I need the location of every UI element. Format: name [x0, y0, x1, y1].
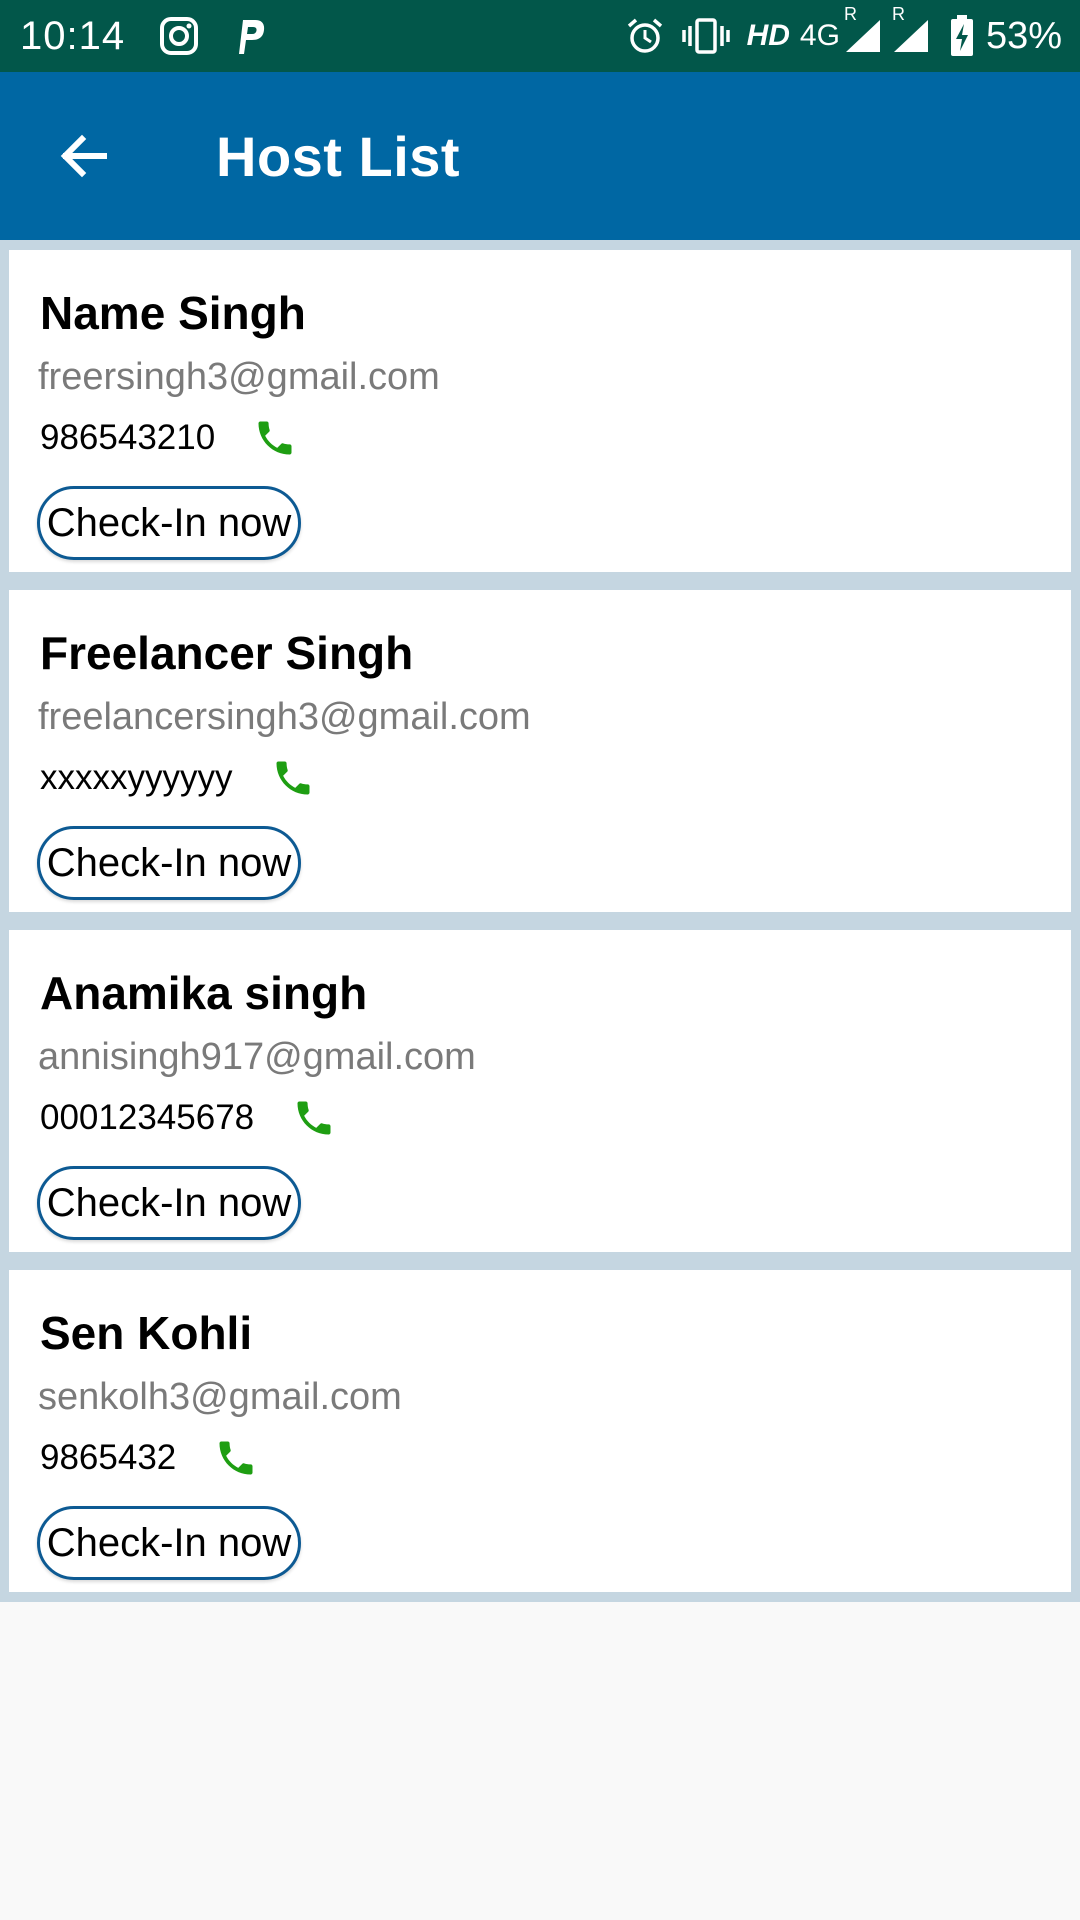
phone-icon[interactable]: [271, 756, 315, 800]
arrow-back-icon: [56, 128, 112, 184]
host-name: Name Singh: [40, 287, 306, 339]
phone-icon[interactable]: [214, 1436, 258, 1480]
check-in-button[interactable]: Check-In now: [37, 1506, 301, 1580]
host-phone: xxxxxyyyyyy: [40, 758, 233, 797]
host-phone: 00012345678: [40, 1098, 255, 1137]
host-card: Sen Kohli senkolh3@gmail.com 9865432 Che…: [9, 1270, 1071, 1592]
check-in-button[interactable]: Check-In now: [37, 826, 301, 900]
host-phone: 9865432: [40, 1438, 177, 1477]
host-phone-row: 986543210: [40, 416, 297, 460]
host-card: Name Singh freersingh3@gmail.com 9865432…: [9, 250, 1071, 572]
host-name: Freelancer Singh: [40, 627, 414, 679]
host-email: freelancersingh3@gmail.com: [38, 696, 531, 738]
host-list: Name Singh freersingh3@gmail.com 9865432…: [0, 240, 1080, 1602]
status-right: HD 4G R R 53%: [609, 4, 1062, 58]
alarm-icon: [625, 16, 665, 56]
host-phone-row: 00012345678: [40, 1096, 336, 1140]
status-time: 10:14: [20, 13, 126, 58]
page-title: Host List: [216, 124, 461, 188]
host-phone: 986543210: [40, 418, 216, 457]
battery-charging-icon: [950, 15, 974, 57]
host-name: Anamika singh: [40, 967, 368, 1019]
phone-icon[interactable]: [292, 1096, 336, 1140]
vibrate-icon: [681, 16, 731, 56]
host-email: annisingh917@gmail.com: [38, 1036, 476, 1078]
network-hd-label: HD: [746, 19, 790, 52]
paytm-icon: [233, 16, 267, 56]
status-left: 10:14: [20, 14, 267, 59]
host-email: freersingh3@gmail.com: [38, 356, 440, 398]
signal-icon: R: [844, 4, 882, 54]
roaming-indicator: R: [891, 4, 905, 24]
roaming-indicator: R: [843, 4, 857, 24]
host-name: Sen Kohli: [40, 1307, 253, 1359]
back-button[interactable]: [42, 114, 126, 198]
host-email: senkolh3@gmail.com: [38, 1376, 402, 1418]
phone-icon[interactable]: [253, 416, 297, 460]
check-in-button[interactable]: Check-In now: [37, 1166, 301, 1240]
host-card: Freelancer Singh freelancersingh3@gmail.…: [9, 590, 1071, 912]
app-bar: Host List: [0, 72, 1080, 240]
host-phone-row: 9865432: [40, 1436, 258, 1480]
signal-icon: R: [892, 4, 930, 54]
network-type-label: 4G: [799, 19, 840, 52]
status-bar: 10:14 HD 4G R R 53%: [0, 0, 1080, 72]
check-in-button[interactable]: Check-In now: [37, 486, 301, 560]
host-card: Anamika singh annisingh917@gmail.com 000…: [9, 930, 1071, 1252]
host-phone-row: xxxxxyyyyyy: [40, 756, 315, 800]
battery-percentage: 53%: [985, 14, 1062, 57]
instagram-icon: [159, 16, 199, 56]
